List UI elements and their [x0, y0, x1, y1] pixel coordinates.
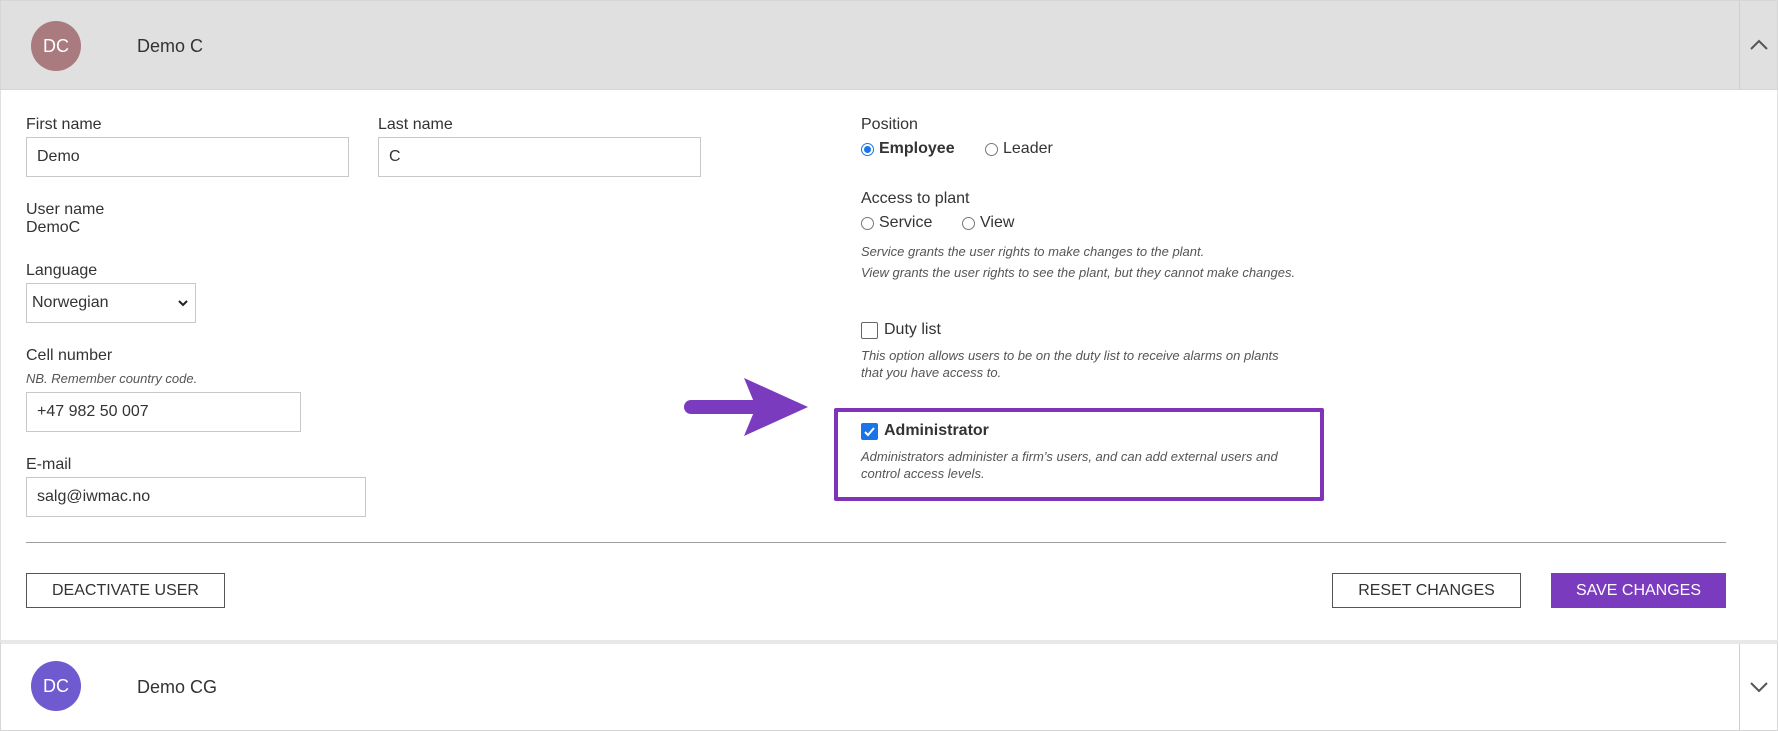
cell-number-hint: NB. Remember country code.	[26, 371, 198, 386]
chevron-down-icon	[1749, 682, 1768, 693]
cell-number-label: Cell number	[26, 347, 113, 364]
save-changes-button[interactable]: SAVE CHANGES	[1551, 573, 1726, 608]
last-name-field[interactable]	[378, 137, 701, 177]
user-name-label: Demo CG	[137, 677, 218, 697]
checkmark-icon	[864, 427, 875, 437]
position-employee-radio[interactable]: Employee	[861, 140, 955, 158]
radio-unselected-icon	[985, 142, 998, 156]
cell-number-field[interactable]	[26, 392, 301, 432]
user-name-label: Demo C	[137, 36, 204, 56]
language-selected-value: Norwegian	[32, 294, 109, 311]
form-divider	[26, 542, 1726, 543]
radio-selected-icon	[861, 142, 874, 156]
user-row-header[interactable]: DC Demo C	[0, 0, 1778, 90]
access-hint-view: View grants the user rights to see the p…	[861, 265, 1296, 280]
radio-unselected-icon	[962, 216, 975, 230]
language-select[interactable]: Norwegian	[26, 283, 196, 323]
duty-list-checkbox[interactable]	[861, 322, 878, 339]
first-name-label: First name	[26, 116, 102, 133]
last-name-label: Last name	[378, 116, 453, 133]
email-field[interactable]	[26, 477, 366, 517]
user-name-label: User name	[26, 201, 105, 218]
administrator-checkbox[interactable]	[861, 423, 878, 440]
expand-toggle[interactable]	[1739, 644, 1777, 730]
first-name-field[interactable]	[26, 137, 349, 177]
position-label: Position	[861, 116, 918, 133]
access-service-label: Service	[879, 214, 933, 231]
language-label: Language	[26, 262, 98, 279]
access-view-radio[interactable]: View	[962, 214, 1014, 232]
collapse-toggle[interactable]	[1739, 1, 1777, 89]
email-label: E-mail	[26, 456, 72, 473]
duty-list-label: Duty list	[884, 321, 941, 338]
access-to-plant-label: Access to plant	[861, 190, 970, 207]
deactivate-user-button[interactable]: DEACTIVATE USER	[26, 573, 225, 608]
access-hint-service: Service grants the user rights to make c…	[861, 244, 1205, 259]
chevron-up-icon	[1749, 39, 1768, 50]
duty-list-hint-line2: that you have access to.	[861, 365, 1002, 380]
position-leader-label: Leader	[1003, 140, 1053, 157]
position-leader-radio[interactable]: Leader	[985, 140, 1053, 158]
radio-unselected-icon	[861, 216, 874, 230]
administrator-label: Administrator	[884, 422, 989, 439]
access-view-label: View	[980, 214, 1015, 231]
avatar: DC	[31, 21, 81, 71]
chevron-down-icon	[178, 300, 188, 307]
user-row-header[interactable]: DC Demo CG	[0, 640, 1778, 731]
position-employee-label: Employee	[879, 140, 955, 157]
user-detail-panel: First name Last name User name DemoC Lan…	[0, 90, 1778, 640]
reset-changes-button[interactable]: RESET CHANGES	[1332, 573, 1521, 608]
user-name-value: DemoC	[26, 219, 81, 236]
arrow-annotation-icon	[684, 378, 808, 436]
access-service-radio[interactable]: Service	[861, 214, 932, 232]
avatar: DC	[31, 661, 81, 711]
administrator-hint-line2: control access levels.	[861, 466, 985, 481]
